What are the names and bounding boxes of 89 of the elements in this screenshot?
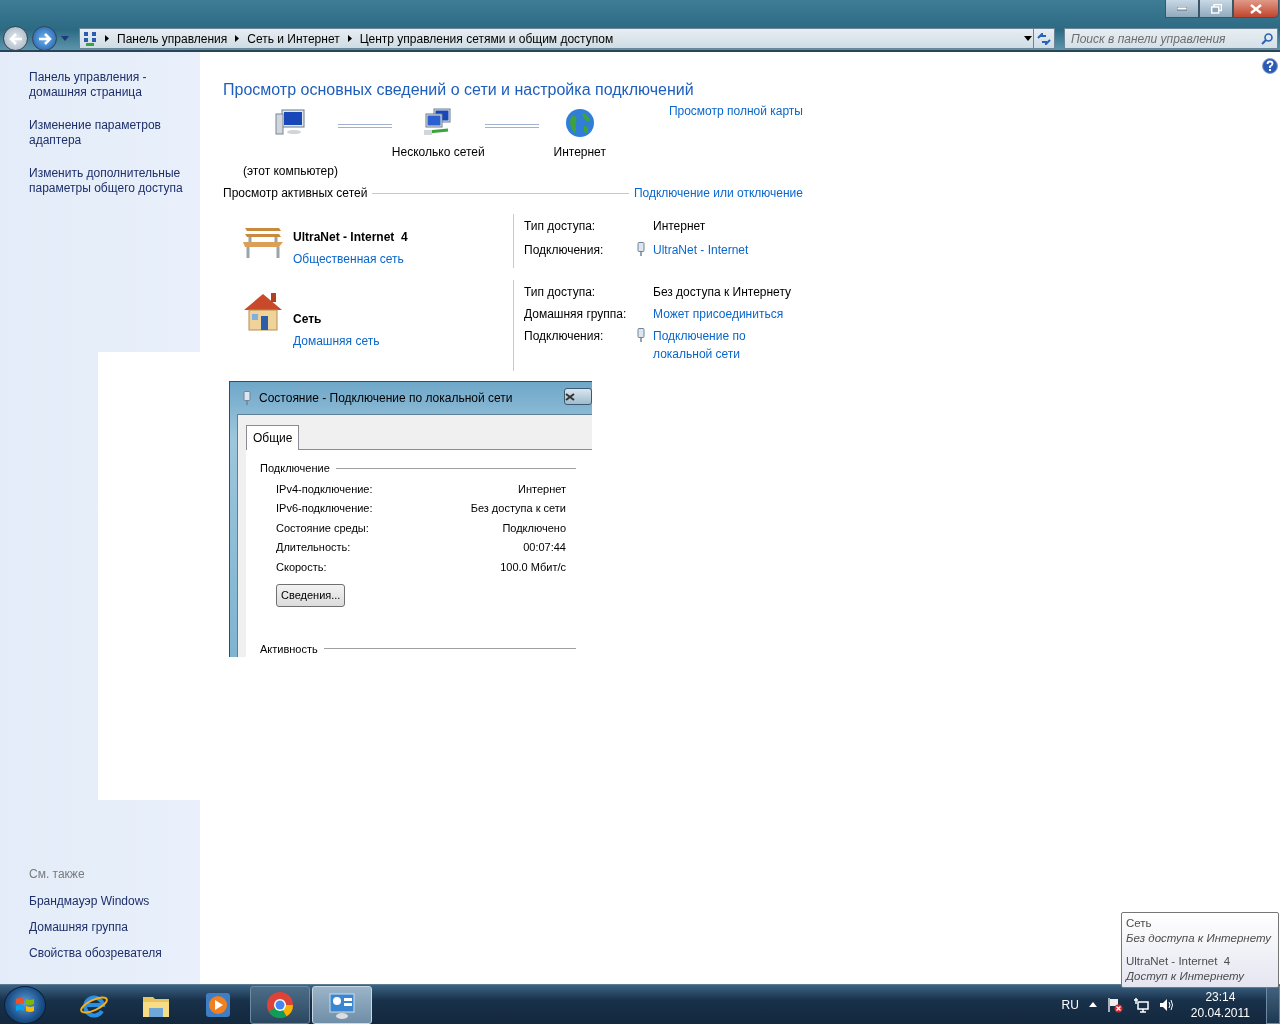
tab[interactable]: Общие (246, 425, 300, 450)
clock-time[interactable]: 23:14 (1190, 988, 1250, 1005)
restore-button[interactable] (1199, 0, 1233, 18)
back-arrow-icon (8, 32, 23, 45)
tooltip-network-status: Доступ к Интернету (1126, 969, 1246, 984)
detail-label: Тип доступа: (524, 284, 597, 301)
dropdown-icon[interactable] (1024, 36, 1032, 41)
full-map-link[interactable]: Просмотр полной карты (668, 102, 803, 120)
sidebar-link[interactable]: Домашняя группа (29, 918, 200, 936)
node-label: (этот компьютер) (243, 163, 338, 180)
field-value: Без доступа к сети (469, 501, 566, 516)
windows-logo-icon (15, 995, 35, 1014)
network-name: UltraNet - Internet 4 (293, 229, 408, 246)
action-center-flag-icon[interactable] (1106, 996, 1123, 1013)
field-label: IPv6-подключение: (276, 501, 374, 516)
detail-label: Подключения: (524, 328, 605, 345)
dialog-title: Состояние - Подключение по локальной сети (259, 390, 513, 407)
breadcrumb-arrow-icon (105, 35, 109, 42)
tooltip-network-status: Без доступа к Интернету (1126, 931, 1273, 946)
detail-label: Тип доступа: (524, 218, 597, 235)
node-label: Несколько сетей (391, 144, 485, 161)
sidebar-link[interactable]: Изменить дополнительные параметры общего доступа (29, 166, 200, 196)
sidebar-link[interactable]: Изменение параметров адаптера (29, 118, 200, 148)
detail-link[interactable]: Подключение по локальной сети (653, 327, 803, 363)
search-icon[interactable] (1261, 32, 1273, 45)
detail-value: Интернет (653, 218, 707, 235)
close-button[interactable] (564, 388, 592, 405)
node-label: Интернет (553, 144, 606, 161)
tooltip-network-name: Сеть (1126, 916, 1153, 931)
see-also-heading: См. также (29, 866, 86, 883)
page-title: Просмотр основных сведений о сети и настройка подключений (223, 80, 695, 100)
network-icon[interactable] (1132, 996, 1149, 1013)
clock-date[interactable]: 20.04.2011 (1190, 1004, 1250, 1021)
field-value: Подключено (501, 520, 566, 535)
breadcrumb[interactable]: Панель управления (117, 29, 228, 48)
group-heading: Подключение (260, 461, 330, 476)
language-indicator[interactable]: RU (1061, 995, 1079, 1014)
detail-link[interactable]: Может присоединиться (653, 305, 803, 323)
minimize-button[interactable] (1165, 0, 1199, 18)
sidebar-link[interactable]: Свойства обозревателя (29, 944, 200, 962)
tooltip-network-name: UltraNet - Internet 4 (1126, 954, 1232, 969)
ethernet-plug-icon (243, 391, 251, 405)
network-type-link[interactable]: Домашняя сеть (293, 334, 380, 348)
field-value: 100.0 Мбит/с (499, 559, 566, 574)
breadcrumb[interactable]: Сеть и Интернет (247, 29, 340, 48)
refresh-button[interactable] (1033, 28, 1055, 49)
field-value: Интернет (517, 481, 566, 496)
breadcrumb-arrow-icon (347, 35, 352, 42)
refresh-arrows-icon (1037, 32, 1051, 45)
detail-label: Подключения: (524, 241, 605, 259)
forward-arrow-icon (37, 32, 52, 45)
field-label: Скорость: (276, 559, 328, 574)
show-hidden-icons-icon[interactable] (1088, 1002, 1097, 1007)
minimize-icon (1177, 6, 1187, 11)
search-field[interactable]: Поиск в панели управления (1064, 28, 1278, 49)
details-button[interactable]: Сведения... (276, 584, 346, 607)
network-name: Сеть (293, 311, 323, 328)
close-button[interactable] (1233, 0, 1279, 18)
forward-button[interactable] (32, 26, 57, 51)
ethernet-plug-icon (637, 328, 645, 342)
history-dropdown-icon[interactable] (61, 36, 69, 41)
close-icon (565, 392, 575, 401)
close-icon (1250, 3, 1262, 14)
taskbar-app-button[interactable] (250, 985, 310, 1024)
restore-icon (1210, 3, 1222, 14)
section-heading: Просмотр активных сетей (223, 185, 368, 202)
detail-link[interactable]: UltraNet - Internet (653, 240, 803, 260)
globe-icon (563, 108, 596, 138)
sidebar-link[interactable]: Панель управления - домашняя страница (29, 70, 200, 100)
help-icon[interactable] (1262, 58, 1278, 74)
field-value: 00:07:44 (522, 540, 566, 555)
connect-disconnect-link[interactable]: Подключение или отключение (633, 184, 803, 202)
detail-value: Без доступа к Интернету (653, 284, 792, 301)
network-type-link[interactable]: Общественная сеть (293, 252, 404, 266)
back-button[interactable] (3, 26, 28, 51)
group-heading: Активность (260, 641, 318, 657)
computer-icon (274, 108, 307, 138)
control-panel-icon (83, 30, 97, 47)
start-button[interactable] (4, 985, 46, 1024)
sidebar-link[interactable]: Брандмауэр Windows (29, 892, 200, 910)
breadcrumb-arrow-icon (235, 35, 240, 42)
chrome-icon (265, 989, 295, 1020)
show-desktop-button[interactable] (1266, 985, 1280, 1024)
field-label: Состояние среды: (276, 520, 370, 535)
ethernet-plug-icon (637, 241, 645, 256)
field-label: IPv4-подключение: (276, 481, 374, 496)
detail-label: Домашняя группа: (524, 306, 628, 323)
field-label: Длительность: (276, 540, 352, 555)
breadcrumb[interactable]: Центр управления сетями и общим доступом (359, 29, 614, 48)
